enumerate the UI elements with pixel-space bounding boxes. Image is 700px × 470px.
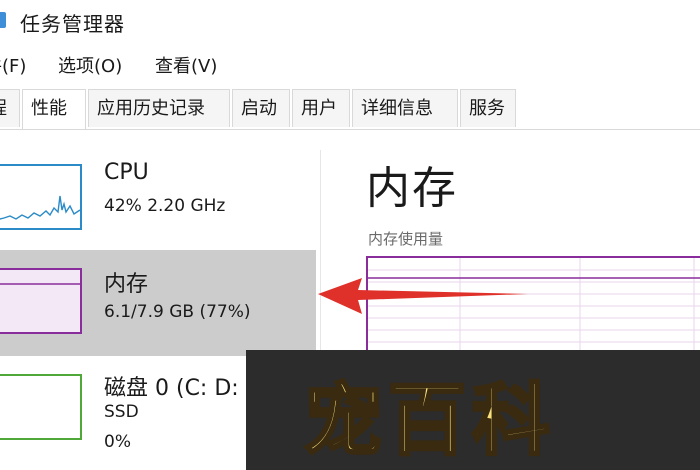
memory-mini-graph	[0, 268, 82, 334]
tab-details[interactable]: 详细信息	[352, 89, 458, 127]
memory-usage-label: 内存使用量	[368, 230, 444, 248]
red-arrow-icon	[318, 278, 528, 314]
memory-label: 内存	[104, 272, 149, 297]
cpu-detail: 42% 2.20 GHz	[104, 196, 226, 216]
window-title: 任务管理器	[20, 12, 125, 36]
tab-performance[interactable]: 性能	[22, 89, 86, 129]
tab-services[interactable]: 服务	[460, 89, 516, 127]
tab-processes[interactable]: 程	[0, 89, 20, 127]
cpu-label: CPU	[104, 160, 149, 185]
menu-options[interactable]: 选项(O)	[58, 52, 122, 78]
menu-view[interactable]: 查看(V)	[155, 52, 217, 78]
tab-startup[interactable]: 启动	[232, 89, 290, 127]
disk-type: SSD	[104, 402, 139, 422]
detail-title: 内存	[366, 163, 458, 214]
cpu-graph-line	[0, 195, 81, 220]
menu-file[interactable]: 件(F)	[0, 52, 26, 78]
task-manager-icon	[0, 12, 6, 28]
tab-bar: 程 性能 应用历史记录 启动 用户 详细信息 服务	[0, 89, 700, 130]
perf-item-cpu[interactable]: CPU 42% 2.20 GHz	[0, 150, 316, 250]
memory-detail: 6.1/7.9 GB (77%)	[104, 302, 251, 322]
disk-usage: 0%	[104, 432, 131, 452]
disk-mini-graph	[0, 374, 82, 440]
watermark-text: 宠百科	[302, 375, 557, 468]
watermark-banner: 宠百科	[246, 350, 700, 470]
perf-item-memory[interactable]: 内存 6.1/7.9 GB (77%)	[0, 250, 316, 356]
menu-bar: 件(F) 选项(O) 查看(V)	[0, 48, 700, 82]
cpu-mini-graph	[0, 164, 82, 230]
memory-graph-fill	[0, 283, 80, 285]
title-bar: 任务管理器	[0, 0, 700, 42]
tab-app-history[interactable]: 应用历史记录	[88, 89, 230, 127]
tab-users[interactable]: 用户	[292, 89, 350, 127]
